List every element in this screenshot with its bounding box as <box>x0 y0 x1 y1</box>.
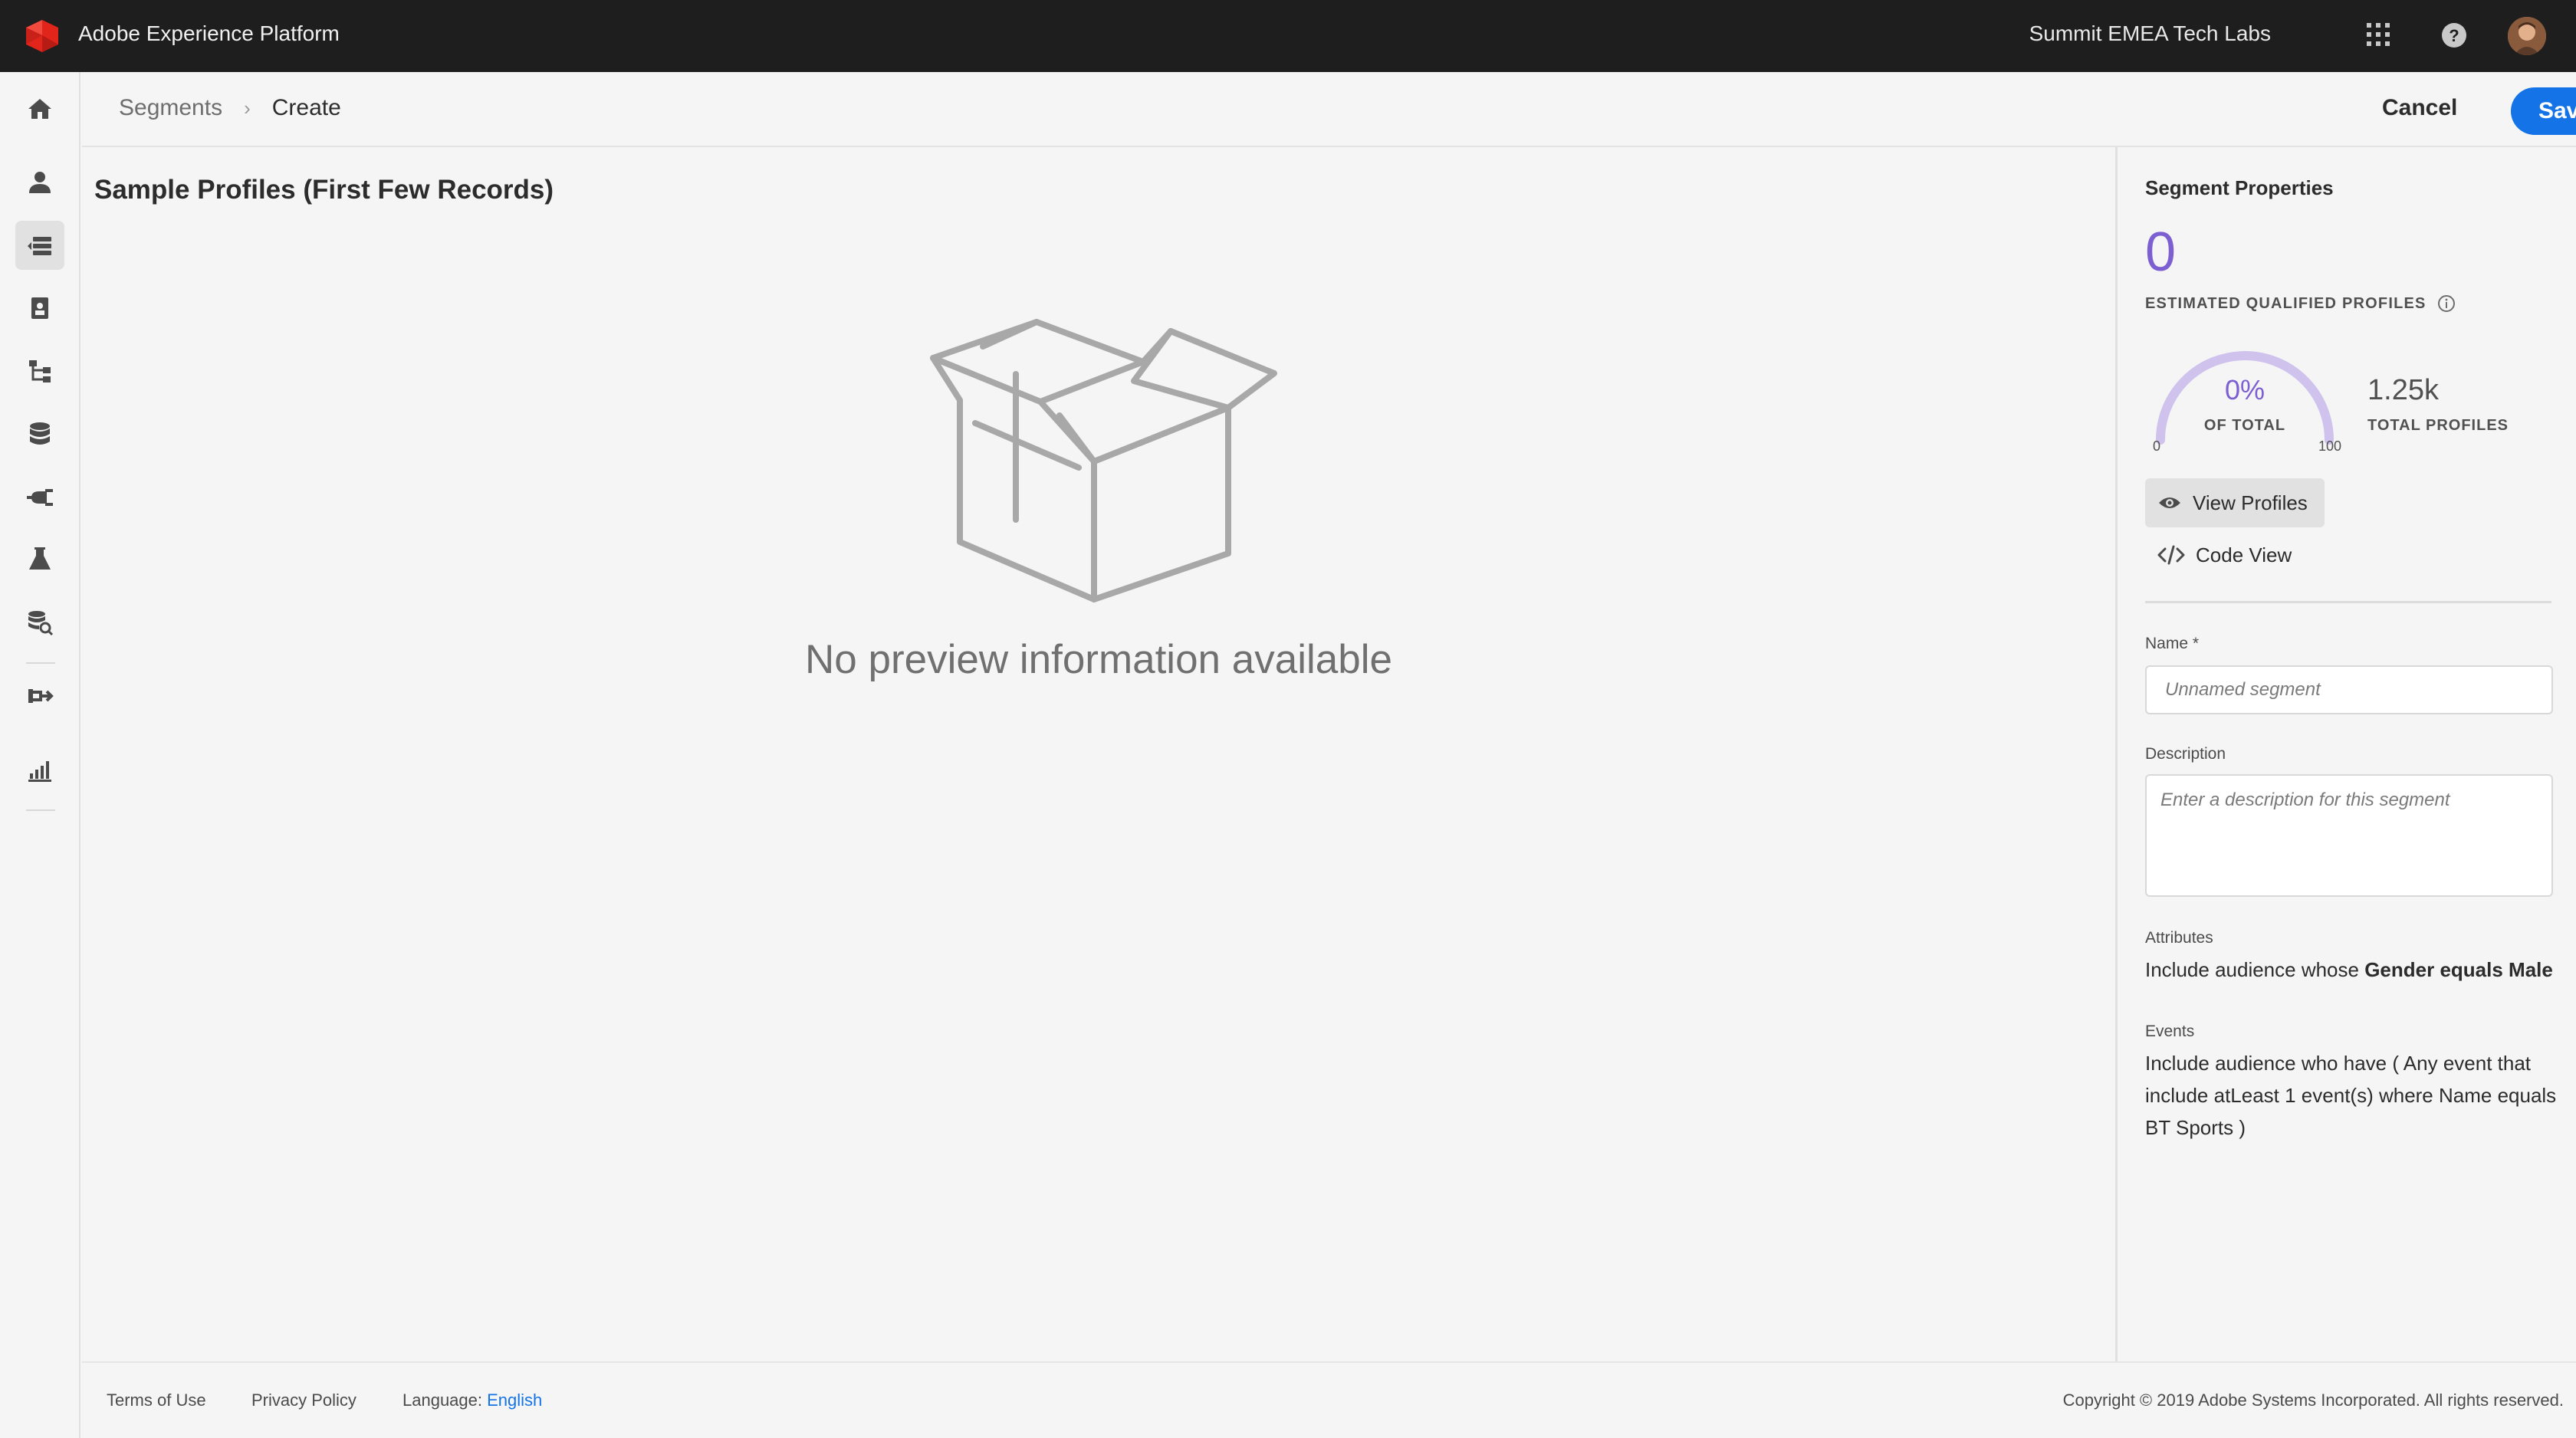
total-profiles-label: TOTAL PROFILES <box>2367 417 2509 434</box>
identities-icon <box>31 297 48 319</box>
nav-divider <box>26 662 55 664</box>
destinations-icon <box>28 689 54 703</box>
language-selector: Language: English <box>402 1390 542 1410</box>
datasets-icon <box>30 422 50 445</box>
events-rule: Include audience who have ( Any event th… <box>2145 1052 2557 1139</box>
sources-icon <box>27 489 53 506</box>
view-profiles-button[interactable]: View Profiles <box>2145 478 2325 527</box>
code-icon <box>2157 545 2185 565</box>
empty-state-message: No preview information available <box>805 637 1392 682</box>
name-label: Name * <box>2145 635 2200 652</box>
estimated-count: 0 <box>2145 222 2177 283</box>
breadcrumb-segments-link[interactable]: Segments <box>119 95 222 121</box>
segment-name-input[interactable] <box>2145 665 2553 714</box>
nav-notebooks[interactable] <box>15 535 64 584</box>
segment-properties-panel: Segment Properties 0 ESTIMATED QUALIFIED… <box>2115 147 2576 1361</box>
adobe-logo-icon[interactable] <box>23 18 61 54</box>
profiles-icon <box>29 172 51 193</box>
total-profiles-value: 1.25k <box>2367 374 2439 406</box>
left-nav-rail <box>0 72 80 1438</box>
code-view-label: Code View <box>2196 543 2292 566</box>
view-profiles-label: View Profiles <box>2193 491 2308 514</box>
sample-profiles-area: Sample Profiles (First Few Records) No p… <box>82 147 2115 1361</box>
panel-title: Segment Properties <box>2145 176 2334 199</box>
breadcrumb-current: Create <box>271 95 341 120</box>
help-icon[interactable]: ? <box>2440 21 2468 49</box>
avatar[interactable] <box>2508 17 2546 55</box>
events-label: Events <box>2145 1023 2195 1040</box>
nav-monitoring[interactable] <box>15 747 64 796</box>
breadcrumb: Segments › Create <box>119 95 341 121</box>
copyright-text: Copyright © 2019 Adobe Systems Incorpora… <box>2062 1390 2564 1410</box>
attributes-rule: Include audience whose Gender equals Mal… <box>2145 954 2559 986</box>
language-label: Language: <box>402 1390 482 1410</box>
language-link[interactable]: English <box>487 1390 542 1410</box>
attributes-label: Attributes <box>2145 929 2213 947</box>
home-icon <box>28 99 51 119</box>
empty-box-icon <box>930 319 1277 602</box>
footer: Terms of Use Privacy Policy Language: En… <box>82 1361 2576 1438</box>
app-switcher-grid-icon[interactable] <box>2365 21 2391 48</box>
nav-sources[interactable] <box>15 472 64 521</box>
schemas-icon <box>29 360 51 382</box>
attributes-rule-condition: Gender equals Male <box>2364 958 2553 981</box>
monitoring-icon <box>28 761 51 782</box>
gauge-min-label: 0 <box>2153 438 2161 454</box>
queries-icon <box>28 611 54 636</box>
nav-profiles[interactable] <box>15 158 64 207</box>
description-label: Description <box>2145 745 2226 763</box>
privacy-policy-link[interactable]: Privacy Policy <box>251 1390 356 1410</box>
nav-schemas[interactable] <box>15 346 64 396</box>
code-view-button[interactable]: Code View <box>2145 530 2325 579</box>
save-button[interactable]: Save <box>2511 87 2576 135</box>
nav-datasets[interactable] <box>15 409 64 458</box>
nav-queries[interactable] <box>15 598 64 647</box>
segments-icon <box>28 237 51 255</box>
org-switcher[interactable]: Summit EMEA Tech Labs <box>2029 21 2271 46</box>
nav-identities[interactable] <box>15 284 64 333</box>
gauge-of-total-label: OF TOTAL <box>2203 417 2286 434</box>
nav-destinations[interactable] <box>15 671 64 721</box>
cancel-button[interactable]: Cancel <box>2382 95 2457 121</box>
attributes-rule-prefix: Include audience whose <box>2145 958 2365 981</box>
notebooks-icon <box>29 547 51 570</box>
gauge-percent: 0% <box>2224 374 2266 405</box>
page-title: Sample Profiles (First Few Records) <box>94 175 554 205</box>
eye-icon <box>2159 497 2180 508</box>
estimated-label-row: ESTIMATED QUALIFIED PROFILES <box>2145 294 2456 313</box>
panel-divider <box>2145 601 2551 603</box>
nav-segments[interactable] <box>15 221 64 270</box>
svg-text:?: ? <box>2449 26 2459 45</box>
nav-home[interactable] <box>15 84 64 133</box>
nav-divider <box>26 809 55 811</box>
app-title[interactable]: Adobe Experience Platform <box>78 21 340 46</box>
estimated-label: ESTIMATED QUALIFIED PROFILES <box>2145 294 2426 312</box>
gauge-max-label: 100 <box>2318 438 2342 454</box>
chevron-right-icon: › <box>244 96 251 120</box>
page-header: Segments › Create Cancel Save <box>82 72 2576 147</box>
segment-description-input[interactable] <box>2145 774 2553 897</box>
top-bar: Adobe Experience Platform Summit EMEA Te… <box>0 0 2576 72</box>
terms-of-use-link[interactable]: Terms of Use <box>107 1390 206 1410</box>
info-icon[interactable] <box>2437 294 2456 313</box>
